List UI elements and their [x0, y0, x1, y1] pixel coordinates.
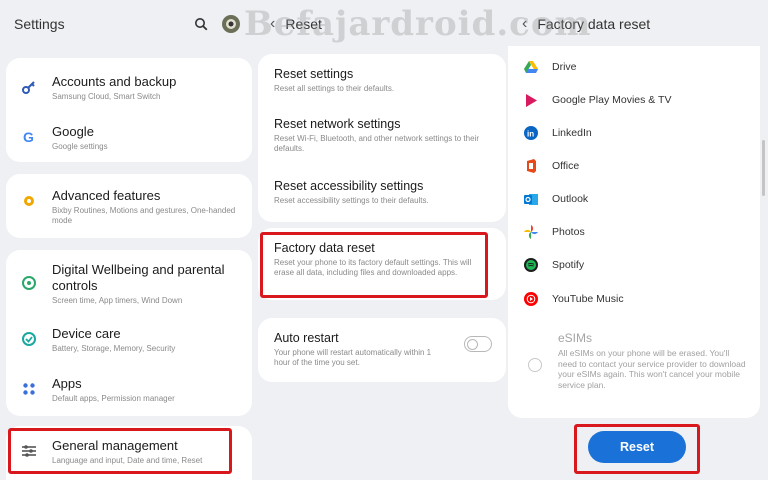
app-row-youtube-music: YouTube Music [524, 288, 750, 310]
page-title: Settings [14, 16, 65, 32]
factory-header: ‹ Factory data reset [508, 0, 768, 48]
photos-icon [524, 225, 538, 239]
app-row-office: Office [524, 155, 750, 177]
scrollbar[interactable] [762, 140, 765, 196]
google-icon: G [18, 126, 40, 148]
factory-reset-panel: ‹ Factory data reset Drive Google Play M… [508, 0, 768, 480]
settings-item-label: Digital Wellbeing and parental controls [52, 262, 225, 293]
settings-header: Settings [0, 0, 256, 48]
spotify-icon [524, 258, 538, 272]
settings-item-sub: Battery, Storage, Memory, Security [52, 344, 176, 353]
app-label: Outlook [552, 193, 589, 205]
app-row-play-movies: Google Play Movies & TV [524, 89, 750, 111]
reset-item-sub: Reset accessibility settings to their de… [274, 196, 429, 205]
highlight-general-management [8, 428, 232, 474]
highlight-reset-button [574, 424, 700, 474]
app-row-spotify: Spotify [524, 254, 750, 276]
settings-panel: Settings Accounts and backup Samsung Clo… [0, 0, 256, 480]
app-label: Office [552, 160, 580, 172]
back-arrow-icon[interactable]: ‹ [270, 15, 275, 33]
settings-card-advanced: Advanced features Bixby Routines, Motion… [6, 174, 252, 238]
app-label: YouTube Music [552, 293, 624, 305]
reset-card-main: Reset settings Reset all settings to the… [258, 54, 506, 222]
office-icon [524, 159, 538, 173]
app-label: LinkedIn [552, 127, 592, 139]
drive-icon [524, 60, 538, 74]
settings-item-google[interactable]: G Google Google settings [6, 124, 252, 152]
youtube-music-icon [524, 292, 538, 306]
settings-item-sub: Samsung Cloud, Smart Switch [52, 92, 161, 101]
factory-apps-card: Drive Google Play Movies & TV in LinkedI… [508, 46, 760, 418]
settings-item-device-care[interactable]: Device care Battery, Storage, Memory, Se… [6, 326, 252, 354]
page-title: Reset [285, 16, 322, 32]
app-label: Photos [552, 226, 585, 238]
reset-item-label: Reset settings [274, 67, 354, 81]
esims-description: All eSIMs on your phone will be erased. … [558, 348, 746, 390]
settings-item-digital-wellbeing[interactable]: Digital Wellbeing and parental controls … [6, 262, 252, 306]
reset-item-label: Reset network settings [274, 117, 401, 131]
settings-item-accounts[interactable]: Accounts and backup Samsung Cloud, Smart… [6, 74, 252, 102]
esims-label: eSIMs [558, 331, 593, 345]
settings-item-label: Device care [52, 326, 121, 341]
reset-item-sub: Reset all settings to their defaults. [274, 84, 395, 93]
app-row-outlook: Outlook [524, 188, 750, 210]
apps-grid-icon [18, 378, 40, 400]
auto-restart-toggle[interactable] [464, 336, 492, 352]
page-title: Factory data reset [537, 16, 651, 32]
highlight-factory-data-reset [260, 232, 488, 298]
esims-option[interactable]: eSIMs All eSIMs on your phone will be er… [558, 330, 746, 390]
search-icon[interactable] [190, 13, 212, 35]
settings-item-label: Advanced features [52, 188, 161, 203]
svg-text:G: G [23, 129, 34, 145]
settings-item-sub: Screen time, App timers, Wind Down [52, 296, 183, 305]
app-row-photos: Photos [524, 221, 750, 243]
reset-header: ‹ Reset [256, 0, 508, 48]
svg-text:in: in [527, 130, 534, 139]
reset-item-auto-restart[interactable]: Auto restart Your phone will restart aut… [274, 330, 446, 368]
settings-item-sub: Default apps, Permission manager [52, 394, 175, 403]
key-icon [18, 76, 40, 98]
reset-item-label: Reset accessibility settings [274, 179, 424, 193]
reset-item-sub: Your phone will restart automatically wi… [274, 348, 432, 367]
gear-plus-icon [18, 190, 40, 212]
app-row-linkedin: in LinkedIn [524, 122, 750, 144]
reset-item-label: Auto restart [274, 331, 339, 345]
avatar[interactable] [220, 13, 242, 35]
app-label: Spotify [552, 259, 585, 271]
settings-item-label: Accounts and backup [52, 74, 177, 89]
reset-item-network[interactable]: Reset network settings Reset Wi-Fi, Blue… [274, 116, 494, 154]
reset-card-auto-restart: Auto restart Your phone will restart aut… [258, 318, 506, 382]
linkedin-icon: in [524, 126, 538, 140]
reset-item-reset-settings[interactable]: Reset settings Reset all settings to the… [274, 66, 494, 94]
settings-card-accounts: Accounts and backup Samsung Cloud, Smart… [6, 58, 252, 162]
reset-item-accessibility[interactable]: Reset accessibility settings Reset acces… [274, 178, 494, 206]
esims-radio[interactable] [528, 358, 542, 372]
settings-item-apps[interactable]: Apps Default apps, Permission manager [6, 376, 252, 404]
settings-item-label: Google [52, 124, 94, 139]
play-movies-icon [524, 93, 538, 107]
reset-item-sub: Reset Wi-Fi, Bluetooth, and other networ… [274, 134, 479, 153]
app-label: Drive [552, 61, 577, 73]
app-row-drive: Drive [524, 56, 750, 78]
app-label: Google Play Movies & TV [552, 94, 672, 106]
settings-item-label: Apps [52, 376, 82, 391]
device-care-icon [18, 328, 40, 350]
back-arrow-icon[interactable]: ‹ [522, 15, 527, 33]
outlook-icon [524, 192, 538, 206]
settings-card-device: Digital Wellbeing and parental controls … [6, 250, 252, 416]
wellbeing-icon [18, 272, 40, 294]
settings-item-advanced-features[interactable]: Advanced features Bixby Routines, Motion… [6, 188, 252, 226]
settings-item-sub: Google settings [52, 142, 108, 151]
settings-item-sub: Bixby Routines, Motions and gestures, On… [52, 206, 236, 225]
